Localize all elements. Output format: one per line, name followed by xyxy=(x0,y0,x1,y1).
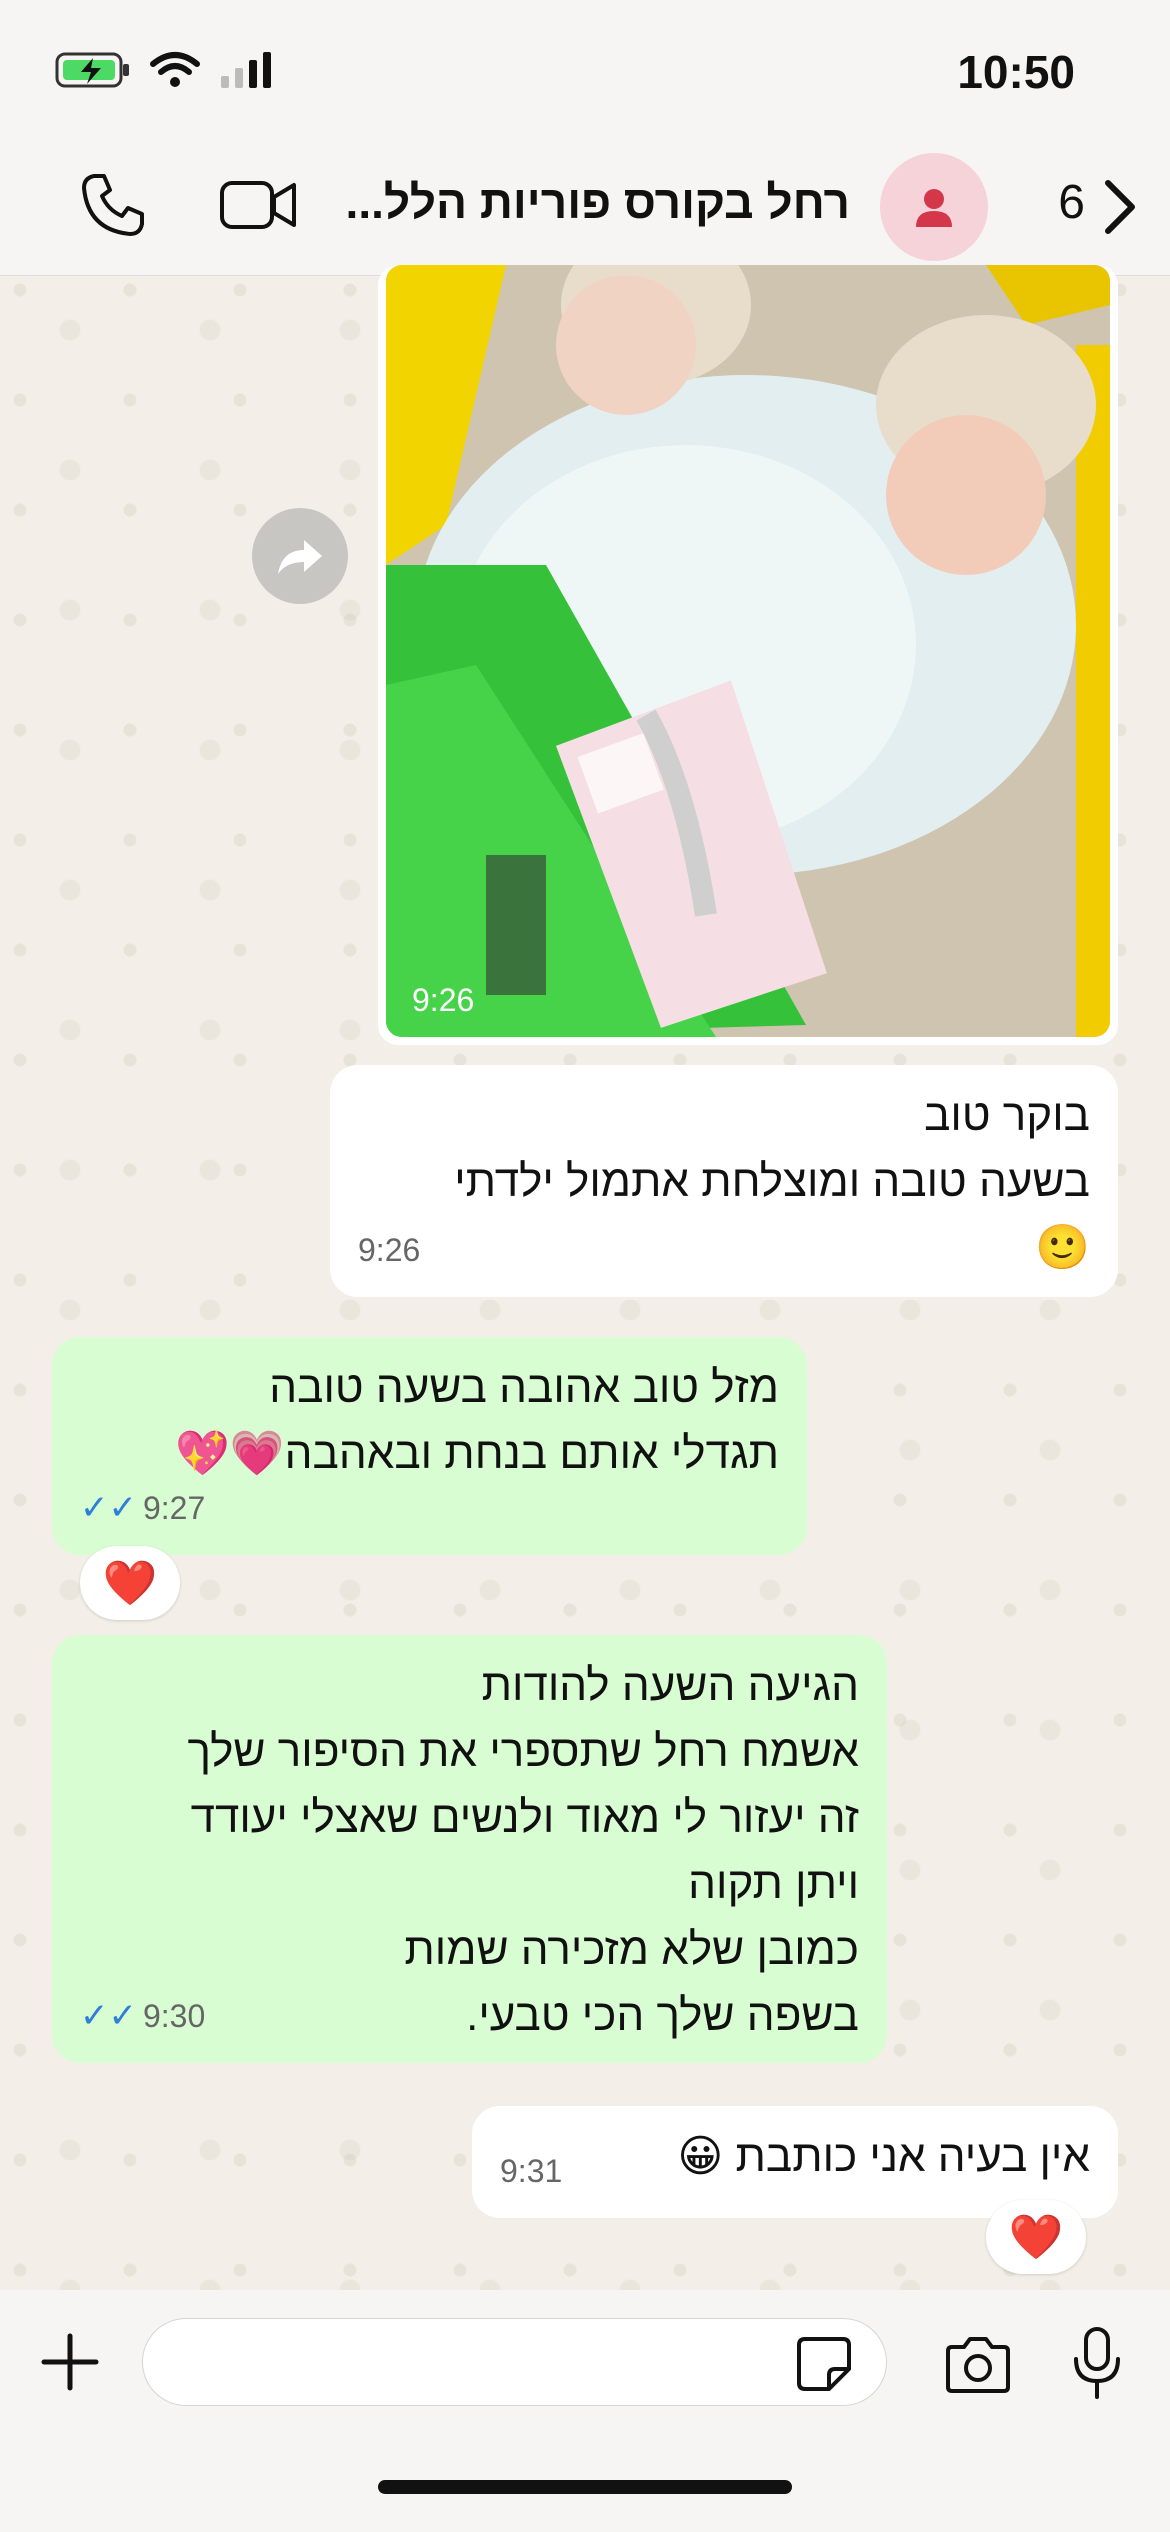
message-time: 9:26 xyxy=(358,1232,421,1268)
battery-charging-icon xyxy=(55,52,129,88)
message-time: 9:31 xyxy=(500,2153,563,2189)
video-call-button[interactable] xyxy=(218,175,298,240)
message-time: 9:30 xyxy=(142,1998,206,2034)
message-line: 🙂 xyxy=(1035,1223,1090,1272)
photo-illustration xyxy=(386,265,1110,1037)
microphone-icon xyxy=(1074,2327,1120,2399)
camera-icon xyxy=(946,2337,1010,2393)
camera-button[interactable] xyxy=(942,2335,1014,2400)
voice-message-button[interactable] xyxy=(1072,2325,1122,2406)
video-camera-icon xyxy=(220,181,296,229)
person-icon xyxy=(916,189,952,227)
home-indicator xyxy=(378,2480,792,2494)
wifi-icon xyxy=(150,52,200,87)
phone-icon xyxy=(82,174,144,236)
voice-call-button[interactable] xyxy=(78,170,148,245)
message-line: זה יעזור לי מאוד ולנשים שאצלי יעודד xyxy=(190,1793,859,1842)
cellular-signal-icon xyxy=(221,52,271,88)
photo-message[interactable]: 9:26 xyxy=(378,265,1118,1045)
message-line: ויתן תקוה xyxy=(688,1859,859,1908)
message-line: אשמח רחל שתספרי את הסיפור שלך xyxy=(187,1727,860,1776)
contact-name[interactable]: רחל בקורס פוריות הלל... xyxy=(346,175,850,229)
message-line: אין בעיה אני כותבת 😀 xyxy=(677,2132,1090,2181)
message-line: בוקר טוב xyxy=(924,1091,1090,1140)
reaction-badge[interactable]: ❤️ xyxy=(986,2200,1086,2274)
reaction-badge[interactable]: ❤️ xyxy=(80,1546,180,1620)
message-input[interactable] xyxy=(142,2318,887,2406)
forward-button[interactable] xyxy=(252,508,348,604)
message-time-row: ✓✓ 9:27 xyxy=(80,1475,205,1541)
outgoing-message[interactable]: מזל טוב אהובה בשעה טובה תגדלי אותם בנחת … xyxy=(52,1337,807,1555)
status-bar: 10:50 xyxy=(0,0,1170,145)
share-arrow-icon xyxy=(278,540,322,574)
input-bar xyxy=(0,2290,1170,2532)
contact-avatar[interactable] xyxy=(880,153,988,261)
back-button[interactable] xyxy=(1090,167,1150,247)
sticker-button[interactable] xyxy=(795,2335,853,2398)
read-receipt-icon: ✓✓ xyxy=(80,1997,137,2035)
attach-button[interactable] xyxy=(38,2330,102,2399)
sticker-icon xyxy=(797,2337,851,2391)
message-line: כמובן שלא מזכירה שמות xyxy=(404,1925,859,1974)
newborn-twins-photo[interactable]: 9:26 xyxy=(386,265,1110,1037)
chevron-right-icon xyxy=(1105,180,1135,234)
message-line: בשעה טובה ומוצלחת אתמול ילדתי xyxy=(454,1157,1090,1206)
message-line: הגיעה השעה להודות xyxy=(481,1661,859,1710)
incoming-message[interactable]: בוקר טוב בשעה טובה ומוצלחת אתמול ילדתי 🙂… xyxy=(330,1065,1118,1297)
message-time: 9:27 xyxy=(142,1490,206,1526)
message-time: 9:26 xyxy=(412,982,475,1018)
outgoing-message[interactable]: הגיעה השעה להודות אשמח רחל שתספרי את הסי… xyxy=(52,1635,887,2063)
status-time: 10:50 xyxy=(957,46,1075,98)
chat-header: רחל בקורס פוריות הלל... 6 xyxy=(0,145,1170,276)
message-line: מזל טוב אהובה בשעה טובה xyxy=(269,1363,779,1412)
unread-count: 6 xyxy=(1058,176,1085,229)
plus-icon xyxy=(41,2333,99,2391)
message-time-row: ✓✓ 9:30 xyxy=(80,1983,205,2049)
read-receipt-icon: ✓✓ xyxy=(80,1489,137,1527)
status-icons xyxy=(55,50,275,90)
